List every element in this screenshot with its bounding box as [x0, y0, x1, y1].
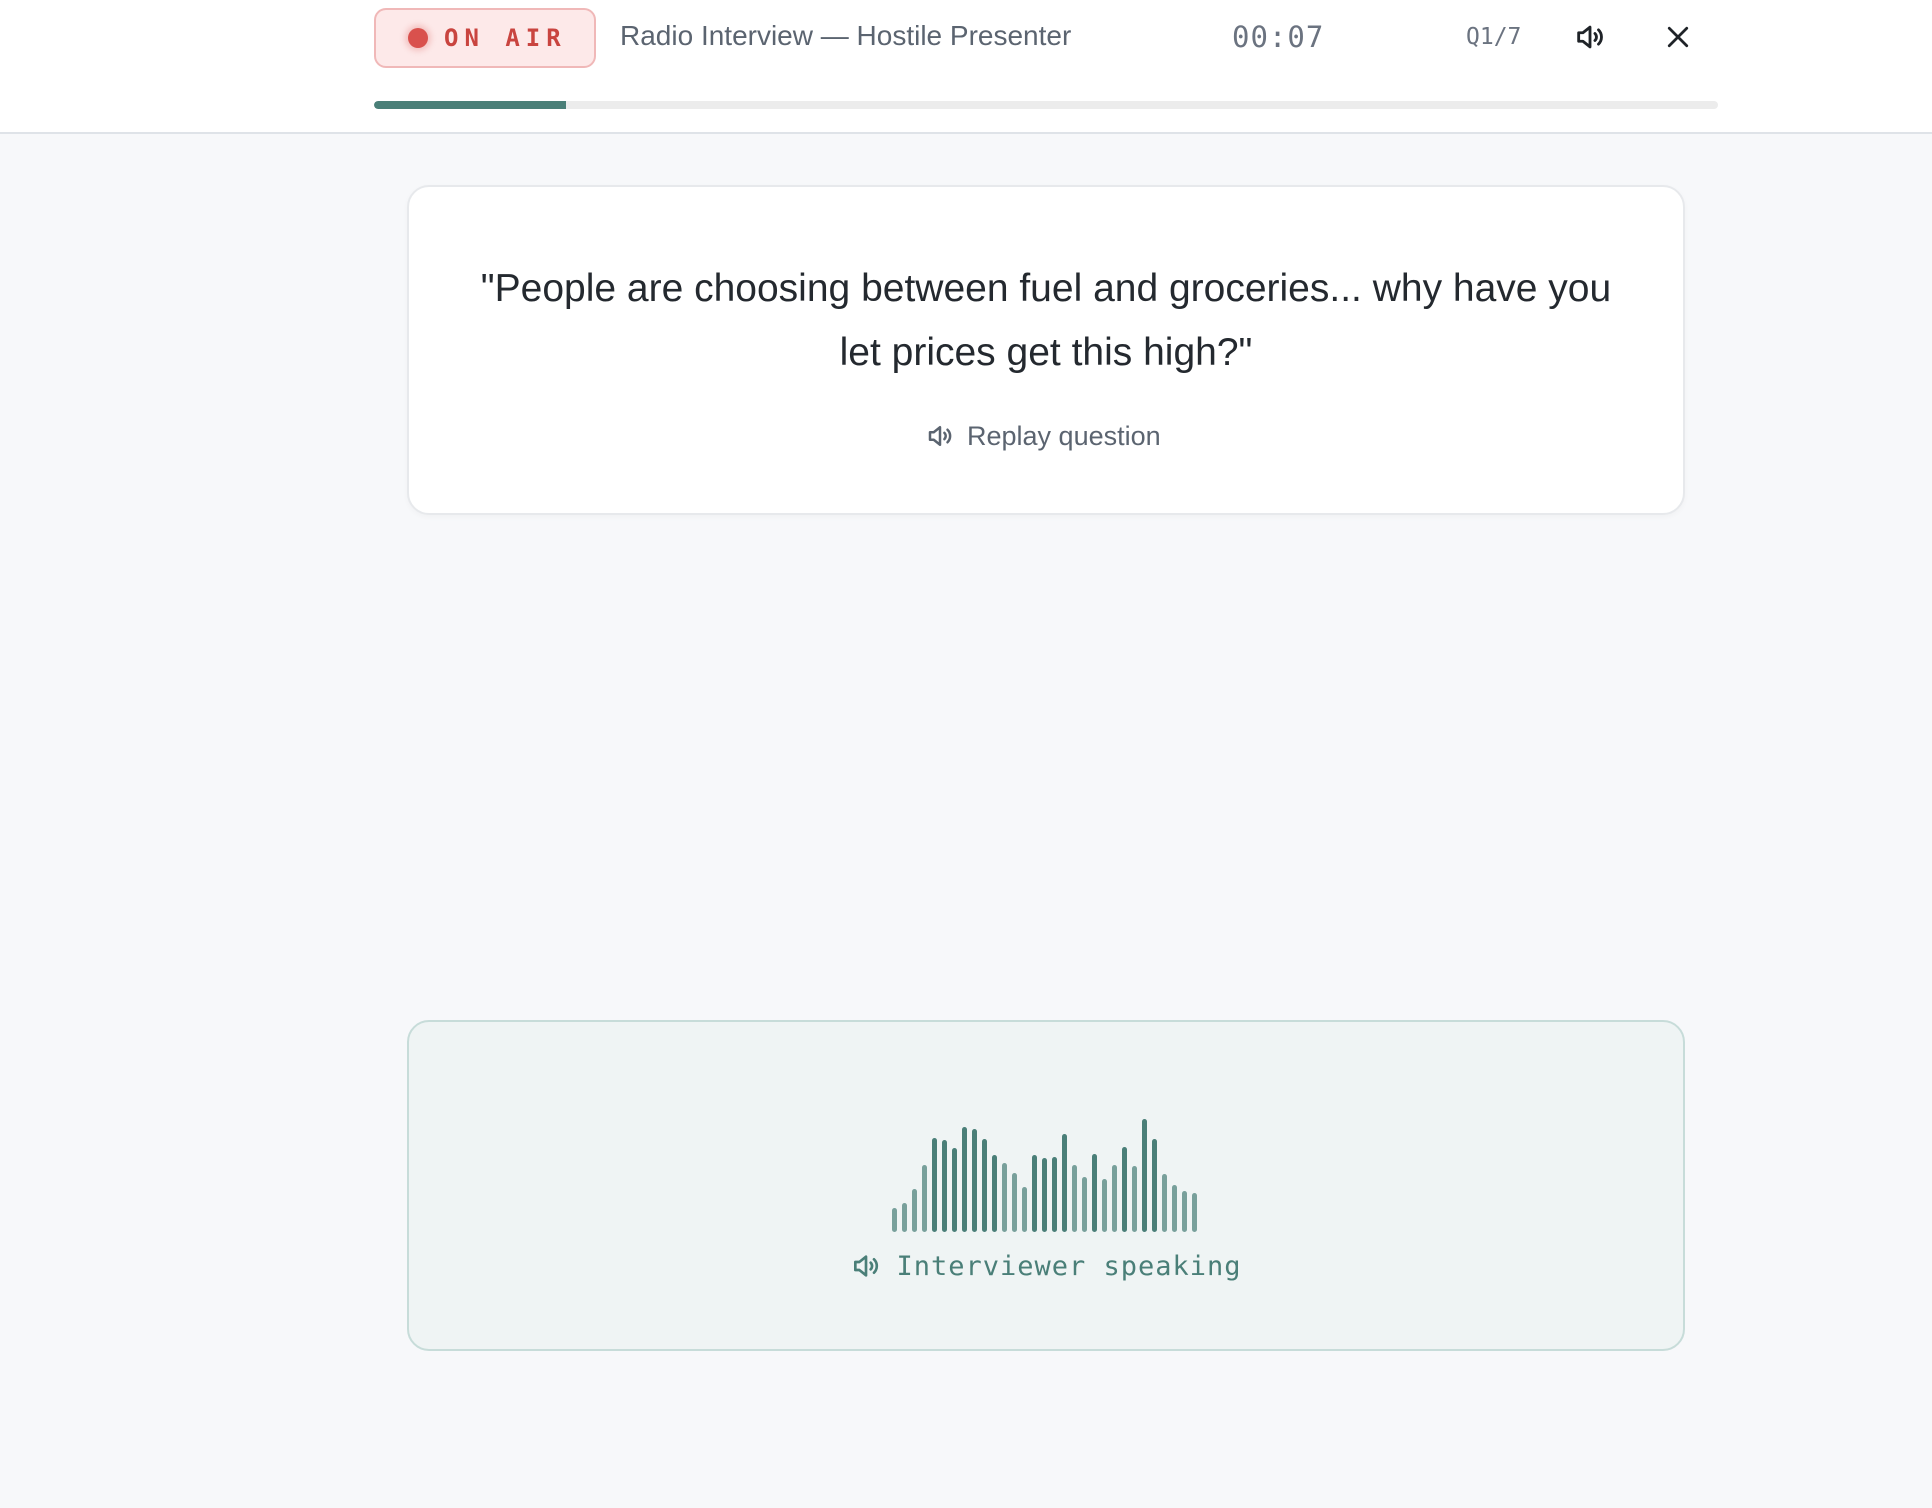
- waveform-bar: [902, 1203, 907, 1232]
- waveform-bar: [1192, 1193, 1197, 1232]
- speaker-icon: [1577, 25, 1603, 49]
- waveform-bar: [952, 1148, 957, 1232]
- session-title: Radio Interview — Hostile Presenter: [620, 20, 1072, 51]
- waveform-bar: [1002, 1163, 1007, 1232]
- question-card: "People are choosing between fuel and gr…: [407, 185, 1685, 515]
- waveform-bar: [922, 1165, 927, 1232]
- waveform-bar: [1052, 1157, 1057, 1232]
- replay-question-button[interactable]: Replay question: [925, 416, 1161, 456]
- waveform-bar: [1032, 1155, 1037, 1232]
- waveform-bar: [1142, 1119, 1147, 1232]
- speaker-status-label: Interviewer speaking: [896, 1250, 1242, 1282]
- top-bar: ON AIR Radio Interview — Hostile Present…: [0, 0, 1932, 134]
- elapsed-timer: 00:07: [1232, 20, 1325, 54]
- session-progress-bar: [374, 101, 1718, 109]
- waveform-bar: [962, 1127, 967, 1232]
- waveform-bar: [992, 1155, 997, 1232]
- waveform-bar: [1182, 1191, 1187, 1232]
- waveform-bar: [1132, 1166, 1137, 1232]
- waveform-bar: [932, 1138, 937, 1232]
- waveform-bar: [1172, 1185, 1177, 1232]
- waveform-bar: [1022, 1187, 1027, 1232]
- close-icon: [1667, 26, 1689, 48]
- recording-dot-icon: [408, 28, 428, 48]
- waveform-bar: [1122, 1147, 1127, 1232]
- waveform-bar: [982, 1139, 987, 1232]
- speaker-icon: [854, 1255, 879, 1277]
- waveform-bar: [1062, 1134, 1067, 1232]
- replay-question-label: Replay question: [967, 420, 1161, 451]
- progress-fill: [374, 101, 567, 109]
- speaker-status-panel: Interviewer speaking: [407, 1020, 1685, 1351]
- waveform-bar: [1082, 1177, 1087, 1232]
- waveform-bar: [912, 1189, 917, 1232]
- waveform-bar: [1012, 1173, 1017, 1232]
- speaker-icon: [928, 426, 952, 446]
- on-air-label: ON AIR: [444, 24, 567, 52]
- waveform-bar: [892, 1208, 897, 1232]
- waveform-bar: [972, 1129, 977, 1232]
- waveform-bar: [1102, 1179, 1107, 1232]
- waveform-bar: [1112, 1165, 1117, 1232]
- close-button[interactable]: [1656, 15, 1700, 59]
- waveform-bar: [1092, 1154, 1097, 1232]
- waveform-bar: [942, 1140, 947, 1232]
- question-counter: Q1/7: [1466, 24, 1522, 50]
- speaker-status: Interviewer speaking: [409, 1250, 1683, 1282]
- waveform-bar: [1042, 1158, 1047, 1232]
- waveform-bar: [1152, 1139, 1157, 1232]
- audio-waveform: [892, 1119, 1197, 1232]
- waveform-bar: [1162, 1174, 1167, 1232]
- volume-button[interactable]: [1568, 15, 1612, 59]
- question-text: "People are choosing between fuel and gr…: [480, 267, 1612, 374]
- on-air-badge: ON AIR: [374, 8, 596, 68]
- waveform-bar: [1072, 1165, 1077, 1232]
